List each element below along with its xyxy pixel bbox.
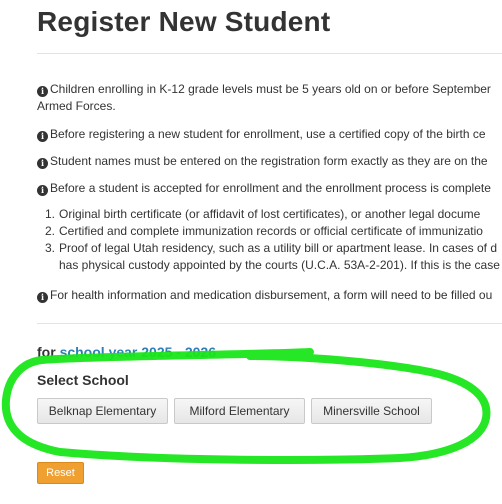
info-enrollment-process: i Before a student is accepted for enroll… (37, 180, 502, 197)
requirements-list: 1. Original birth certificate (or affidav… (45, 206, 502, 274)
info-icon: i (37, 158, 48, 169)
info-text-continued: Armed Forces. (37, 99, 116, 113)
list-item: 2. Certified and complete immunization re… (45, 223, 502, 240)
info-student-names: i Student names must be entered on the re… (37, 153, 502, 170)
reset-button[interactable]: Reset (37, 462, 84, 484)
list-item-continued: has physical custody appointed by the co… (59, 258, 500, 272)
list-number: 1. (45, 207, 56, 221)
list-item: 1. Original birth certificate (or affidav… (45, 206, 502, 223)
list-item-text: Original birth certificate (or affidavit… (59, 207, 481, 221)
info-icon: i (37, 131, 48, 142)
info-icon: i (37, 86, 48, 97)
list-item-text: Certified and complete immunization reco… (59, 224, 483, 238)
school-button-minersville[interactable]: Minersville School (311, 398, 432, 424)
select-school-label: Select School (37, 372, 129, 388)
info-text: Before a student is accepted for enrollm… (50, 181, 491, 195)
section-divider (37, 323, 502, 324)
school-button-belknap[interactable]: Belknap Elementary (37, 398, 168, 424)
school-year-link[interactable]: school year 2025 - 2026 (60, 344, 216, 360)
school-year-prefix: for (37, 344, 56, 360)
info-health: i For health information and medication d… (37, 287, 502, 304)
school-year-heading: for school year 2025 - 2026 (37, 344, 216, 360)
list-number: 2. (45, 224, 56, 238)
page-title: Register New Student (37, 6, 331, 37)
list-number: 3. (45, 241, 56, 255)
info-icon: i (37, 185, 48, 196)
info-age-requirement: i Children enrolling in K-12 grade levels… (37, 81, 502, 115)
info-text: Before registering a new student for enr… (50, 127, 486, 141)
list-item: 3. Proof of legal Utah residency, such as… (45, 240, 502, 257)
register-page: Register New Student i Children enrolling… (0, 0, 502, 504)
school-button-milford[interactable]: Milford Elementary (174, 398, 305, 424)
info-text: For health information and medication di… (50, 288, 493, 302)
info-text: Children enrolling in K-12 grade levels … (50, 82, 491, 96)
info-birth-certificate: i Before registering a new student for en… (37, 126, 502, 143)
info-text: Student names must be entered on the reg… (50, 154, 488, 168)
info-icon: i (37, 292, 48, 303)
title-divider (37, 53, 502, 54)
list-item-text: Proof of legal Utah residency, such as a… (59, 241, 497, 255)
